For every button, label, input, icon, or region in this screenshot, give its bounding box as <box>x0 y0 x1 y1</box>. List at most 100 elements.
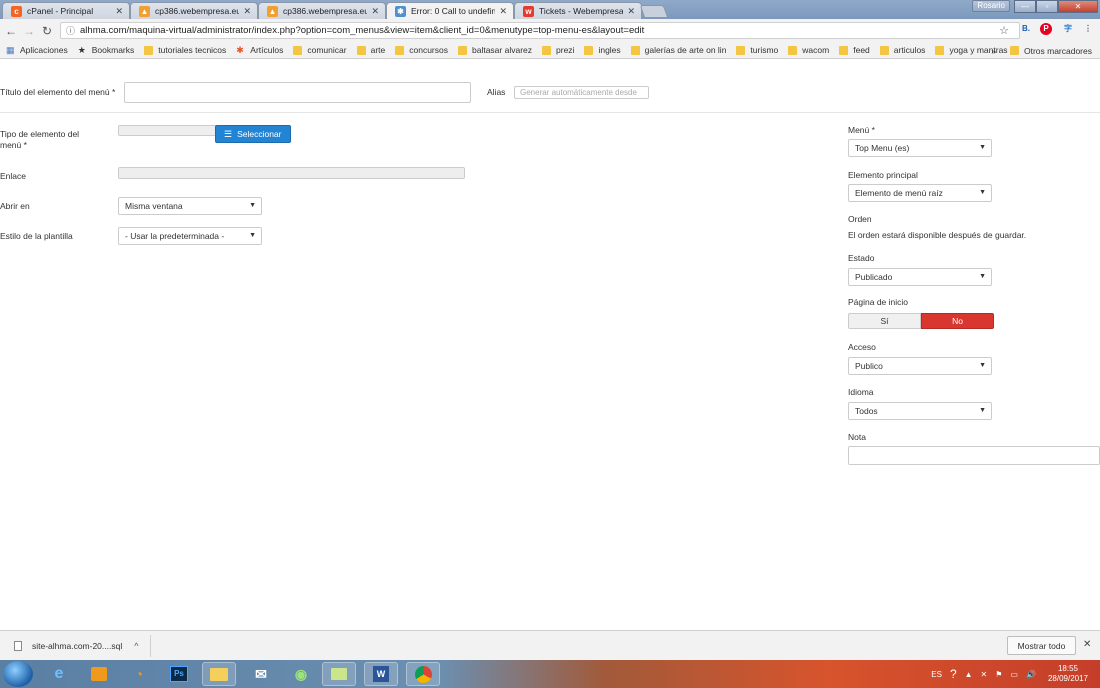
tab-tickets[interactable]: w Tickets - Webempresa E ✕ <box>514 2 642 19</box>
home-no-button[interactable]: No <box>921 313 994 329</box>
bookmark-folder[interactable]: arte <box>356 45 385 55</box>
home-page-label: Página de inicio <box>848 297 909 307</box>
back-arrow-icon[interactable]: ← <box>2 24 20 38</box>
bookmark-folder[interactable]: feed <box>839 45 870 55</box>
home-page-toggle: Sí No <box>848 313 994 329</box>
pinterest-icon[interactable]: P <box>1040 23 1052 35</box>
language-select[interactable]: Todos ▼ <box>848 402 992 420</box>
bookmark-folder[interactable]: baltasar alvarez <box>458 45 532 55</box>
word-icon[interactable]: W <box>364 662 398 686</box>
photoshop-icon[interactable]: Ps <box>162 662 196 686</box>
select-type-button[interactable]: ☰ Seleccionar <box>215 125 291 143</box>
alias-input[interactable]: Generar automáticamente desde <box>514 86 649 99</box>
tab-error-active[interactable]: ✱ Error: 0 Call to undefined ✕ <box>386 2 514 19</box>
bookmarks-overflow-button[interactable]: » <box>991 46 996 56</box>
blender-icon[interactable]: ◔ <box>122 662 156 686</box>
volume-icon[interactable]: 🔊 <box>1026 670 1036 679</box>
bookmark-label: wacom <box>802 45 830 55</box>
status-select[interactable]: Publicado ▼ <box>848 268 992 286</box>
bookmark-star-icon[interactable]: ☆ <box>999 24 1009 37</box>
antivirus-icon[interactable]: ✕ <box>981 670 988 679</box>
parent-item-select[interactable]: Elemento de menú raíz ▼ <box>848 184 992 202</box>
template-style-select[interactable]: - Usar la predeterminada - ▼ <box>118 227 262 245</box>
close-icon[interactable]: ✕ <box>243 6 251 17</box>
bookmark-folder[interactable]: tutoriales tecnicos <box>144 45 226 55</box>
language-indicator[interactable]: ES <box>931 670 942 679</box>
menu-select[interactable]: Top Menu (es) ▼ <box>848 139 992 157</box>
file-explorer-icon[interactable] <box>202 662 236 686</box>
show-all-button[interactable]: Mostrar todo <box>1007 636 1076 655</box>
language-value: Todos <box>855 406 878 416</box>
home-yes-button[interactable]: Sí <box>848 313 921 329</box>
list-icon: ☰ <box>224 128 233 139</box>
close-icon[interactable]: ✕ <box>627 6 635 17</box>
menu-kebab-icon[interactable]: ⋮ <box>1082 23 1094 35</box>
sticky-notes-icon[interactable] <box>322 662 356 686</box>
clock[interactable]: 18:55 28/09/2017 <box>1048 664 1088 684</box>
bookmark-label: tutoriales tecnicos <box>158 45 227 55</box>
bookmark-folder[interactable]: wacom <box>788 45 829 55</box>
bookmark-bookmarks[interactable]: ★ Bookmarks <box>78 45 135 55</box>
joomla-icon: ✱ <box>236 44 244 55</box>
access-select[interactable]: Publico ▼ <box>848 357 992 375</box>
chevron-up-icon[interactable]: ^ <box>134 641 138 651</box>
window-close-icon[interactable]: ✕ <box>1058 0 1098 13</box>
translate-icon[interactable]: 字 <box>1062 23 1074 35</box>
tab-phpmyadmin-1[interactable]: ▲ cp386.webempresa.eu / l ✕ <box>130 2 258 19</box>
folder-icon <box>293 45 303 55</box>
thunderbird-icon[interactable]: ✉ <box>244 662 278 686</box>
bookmark-label: Artículos <box>250 45 284 55</box>
menu-value: Top Menu (es) <box>855 143 910 153</box>
folder-icon <box>542 45 552 55</box>
alias-label: Alias <box>487 87 506 97</box>
forward-arrow-icon[interactable]: → <box>20 24 38 38</box>
close-icon[interactable]: ✕ <box>115 6 123 17</box>
bookmark-articulos[interactable]: ✱ Artículos <box>236 45 283 55</box>
tab-title: Tickets - Webempresa E <box>539 6 624 16</box>
bookmark-apps[interactable]: ▦ Aplicaciones <box>6 45 68 55</box>
info-icon[interactable]: ⓘ <box>66 24 75 37</box>
network-icon[interactable]: ▭ <box>1010 670 1018 679</box>
address-bar[interactable]: ⓘ alhma.com/maquina-virtual/administrato… <box>60 22 1020 39</box>
download-item[interactable]: site-alhma.com-20....sql ^ <box>6 635 151 657</box>
other-bookmarks[interactable]: Otros marcadores <box>1009 45 1092 56</box>
bookmark-folder[interactable]: comunicar <box>293 45 347 55</box>
maximize-icon[interactable]: ▫ <box>1036 0 1058 13</box>
bookmark-folder[interactable]: galerías de arte on lin <box>630 45 726 55</box>
open-in-select[interactable]: Misma ventana ▼ <box>118 197 262 215</box>
close-icon[interactable]: ✕ <box>1083 639 1091 650</box>
order-label: Orden <box>848 214 872 224</box>
bookmark-label: Otros marcadores <box>1023 45 1092 56</box>
bookmark-folder[interactable]: ingles <box>584 45 621 55</box>
minimize-icon[interactable]: — <box>1014 0 1036 13</box>
tab-cpanel[interactable]: c cPanel - Principal ✕ <box>2 2 130 19</box>
profile-button[interactable]: Rosario <box>972 0 1010 12</box>
caret-down-icon: ▼ <box>979 273 986 280</box>
help-icon[interactable]: ? <box>950 667 957 681</box>
flag-icon[interactable]: ⚑ <box>995 670 1002 679</box>
chrome-icon[interactable] <box>406 662 440 686</box>
bookmark-folder[interactable]: turismo <box>736 45 778 55</box>
bookmark-folder[interactable]: concursos <box>395 45 448 55</box>
bookmark-label: prezi <box>556 45 575 55</box>
start-button[interactable] <box>3 661 33 687</box>
bookmark-folder[interactable]: articulos <box>879 45 926 55</box>
tray-expand-icon[interactable]: ▲ <box>965 670 973 679</box>
bookmark-folder[interactable]: prezi <box>542 45 574 55</box>
menu-item-type-label: Tipo de elemento del menú * <box>0 129 80 150</box>
bookmark-label: articulos <box>893 45 926 55</box>
folder-icon <box>736 45 746 55</box>
internet-explorer-icon[interactable]: e <box>42 662 76 686</box>
new-tab-button[interactable] <box>639 5 669 18</box>
note-input[interactable] <box>848 446 1100 465</box>
media-player-icon[interactable] <box>82 662 116 686</box>
tab-phpmyadmin-2[interactable]: ▲ cp386.webempresa.eu / l ✕ <box>258 2 386 19</box>
evernote-icon[interactable]: ◉ <box>284 662 318 686</box>
system-tray: ES ? ▲ ✕ ⚑ ▭ 🔊 18:55 28/09/2017 <box>927 660 1100 688</box>
close-icon[interactable]: ✕ <box>371 6 379 17</box>
close-icon[interactable]: ✕ <box>499 6 507 17</box>
title-input[interactable] <box>124 82 471 103</box>
reload-icon[interactable]: ↻ <box>38 24 56 38</box>
phpmyadmin-icon: ▲ <box>267 5 278 17</box>
extension-b-icon[interactable]: B. <box>1020 23 1032 35</box>
